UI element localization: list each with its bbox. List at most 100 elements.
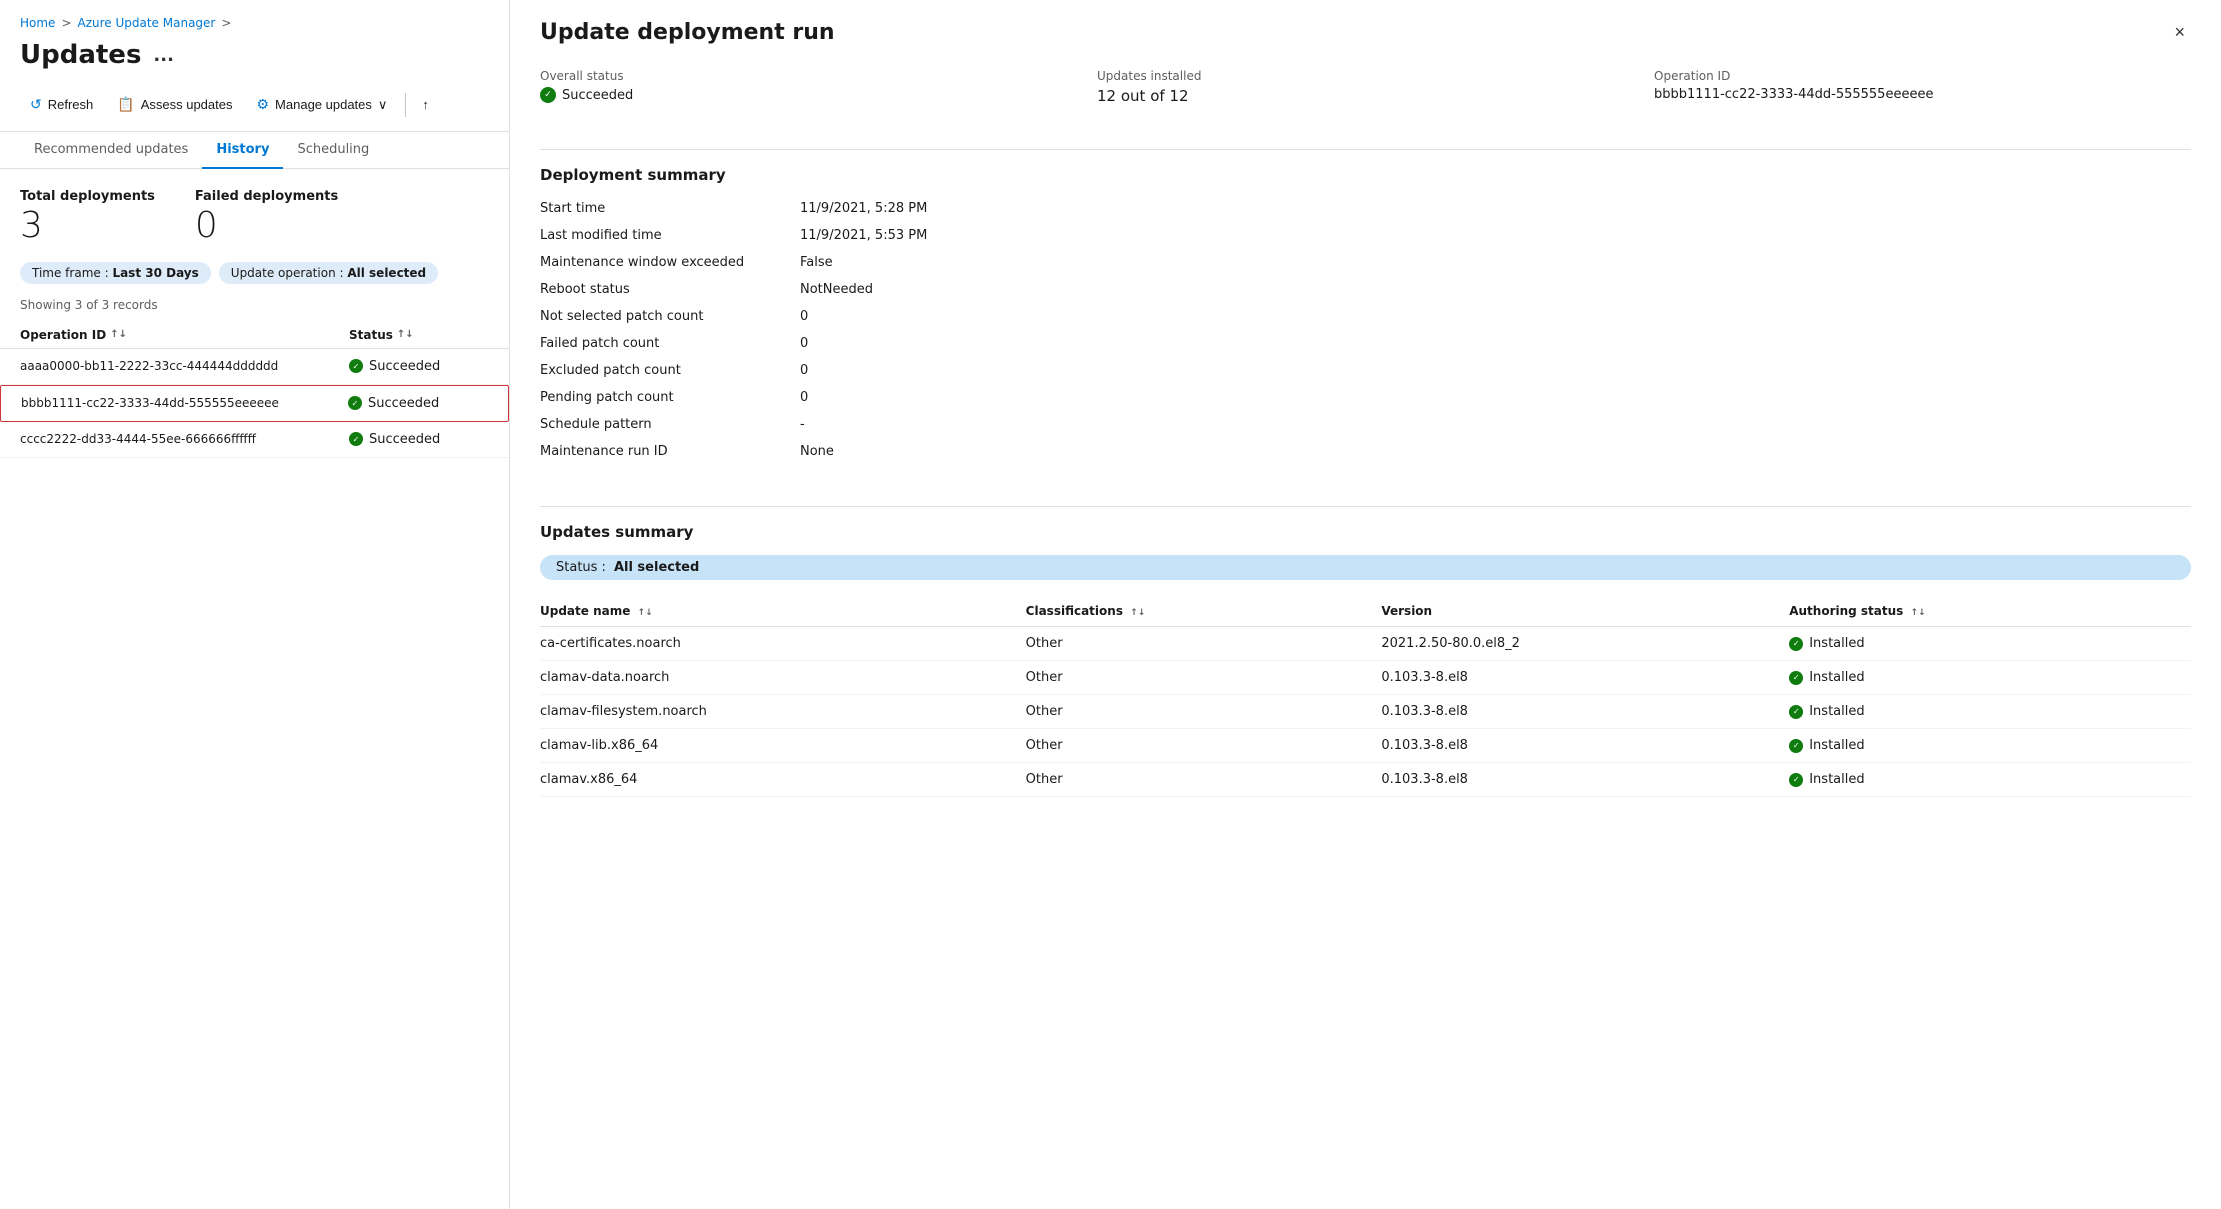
operation-value: All selected [347,266,426,280]
status-filter-chip[interactable]: Status : All selected [540,555,2191,580]
updates-table-row[interactable]: clamav-data.noarch Other 0.103.3-8.el8 I… [540,661,2191,695]
deployment-summary-grid: Start time 11/9/2021, 5:28 PM Last modif… [540,198,2191,462]
dep-value-0: 11/9/2021, 5:28 PM [800,198,2191,219]
refresh-icon: ↺ [30,96,42,113]
updates-table: Update name ↑↓ Classifications ↑↓ Versio… [540,596,2191,797]
tabs-container: Recommended updates History Scheduling [0,132,509,169]
installed-icon [1789,671,1803,685]
installed-icon [1789,705,1803,719]
right-panel: Update deployment run × Overall status S… [510,0,2221,1209]
update-name-cell: ca-certificates.noarch [540,627,1026,661]
updates-table-row[interactable]: clamav-filesystem.noarch Other 0.103.3-8… [540,695,2191,729]
total-deployments-value: 3 [20,206,155,246]
dep-value-9: None [800,441,2191,462]
col-update-name: Update name ↑↓ [540,596,1026,627]
timeframe-prefix: Time frame : [32,266,112,280]
update-class-cell: Other [1026,627,1382,661]
breadcrumb-sep1: > [61,16,71,30]
dep-value-5: 0 [800,333,2191,354]
col-header-operation: Operation ID ↑↓ [20,328,349,342]
updates-table-row[interactable]: clamav-lib.x86_64 Other 0.103.3-8.el8 In… [540,729,2191,763]
updates-table-header-row: Update name ↑↓ Classifications ↑↓ Versio… [540,596,2191,627]
dep-value-4: 0 [800,306,2191,327]
assess-icon: 📋 [117,96,134,113]
col-classifications: Classifications ↑↓ [1026,596,1382,627]
dep-label-8: Schedule pattern [540,414,780,435]
operation-id-item: Operation ID bbbb1111-cc22-3333-44dd-555… [1654,69,2191,105]
left-panel: Home > Azure Update Manager > Updates ..… [0,0,510,1209]
timeframe-value: Last 30 Days [112,266,198,280]
overall-status-label: Overall status [540,69,1077,83]
manage-icon: ⚙ [256,96,269,113]
breadcrumb-home[interactable]: Home [20,16,55,30]
divider-1 [540,149,2191,150]
total-deployments-stat: Total deployments 3 [20,189,155,246]
col-status-sort-icon[interactable]: ↑↓ [397,329,414,340]
divider-2 [540,506,2191,507]
updates-summary-title: Updates summary [540,523,2191,541]
refresh-label: Refresh [48,97,94,112]
col-authoring-sort-icon[interactable]: ↑↓ [1911,608,1926,618]
manage-dropdown-icon: ∨ [378,97,388,113]
assess-label: Assess updates [141,97,233,112]
more-options-button[interactable]: ... [153,45,174,66]
operation-id-cell: bbbb1111-cc22-3333-44dd-555555eeeeee [21,396,348,410]
col-class-sort-icon[interactable]: ↑↓ [1130,608,1145,618]
table-row[interactable]: aaaa0000-bb11-2222-33cc-444444dddddd Suc… [0,349,509,385]
update-class-cell: Other [1026,729,1382,763]
updates-table-row[interactable]: ca-certificates.noarch Other 2021.2.50-8… [540,627,2191,661]
operation-chip[interactable]: Update operation : All selected [219,262,438,284]
upload-button[interactable]: ↑ [414,91,437,118]
col-authoring-status: Authoring status ↑↓ [1789,596,2191,627]
col-operation-sort-icon[interactable]: ↑↓ [110,329,127,340]
update-name-cell: clamav-lib.x86_64 [540,729,1026,763]
update-status-cell: Installed [1789,661,2191,695]
installed-label: Installed [1809,738,1864,753]
installed-icon [1789,773,1803,787]
status-label: Succeeded [369,359,440,374]
tab-history[interactable]: History [202,132,283,169]
update-version-cell: 0.103.3-8.el8 [1381,661,1789,695]
dep-label-2: Maintenance window exceeded [540,252,780,273]
timeframe-chip[interactable]: Time frame : Last 30 Days [20,262,211,284]
installed-label: Installed [1809,772,1864,787]
dep-value-1: 11/9/2021, 5:53 PM [800,225,2191,246]
col-status-label: Status [349,328,393,342]
close-button[interactable]: × [2168,20,2191,45]
breadcrumb: Home > Azure Update Manager > [0,0,509,36]
col-name-sort-icon[interactable]: ↑↓ [638,608,653,618]
table-row[interactable]: bbbb1111-cc22-3333-44dd-555555eeeeee Suc… [0,385,509,422]
table-row[interactable]: cccc2222-dd33-4444-55ee-666666ffffff Suc… [0,422,509,458]
update-status-cell: Installed [1789,695,2191,729]
deployment-summary-title: Deployment summary [540,166,2191,184]
toolbar-divider [405,93,406,117]
operation-id-cell: cccc2222-dd33-4444-55ee-666666ffffff [20,432,349,446]
installed-label: Installed [1809,636,1864,651]
updates-installed-value: 12 out of 12 [1097,87,1634,105]
manage-updates-button[interactable]: ⚙ Manage updates ∨ [246,90,397,119]
operation-id-overview-text: bbbb1111-cc22-3333-44dd-555555eeeeee [1654,87,1933,102]
manage-label: Manage updates [275,97,372,112]
overall-status-value: Succeeded [540,87,1077,103]
breadcrumb-azure[interactable]: Azure Update Manager [78,16,216,30]
tab-scheduling[interactable]: Scheduling [283,132,383,169]
succeeded-icon [349,359,363,373]
dep-label-4: Not selected patch count [540,306,780,327]
update-class-cell: Other [1026,661,1382,695]
update-version-cell: 0.103.3-8.el8 [1381,695,1789,729]
filter-chips: Time frame : Last 30 Days Update operati… [0,262,509,294]
updates-table-row[interactable]: clamav.x86_64 Other 0.103.3-8.el8 Instal… [540,763,2191,797]
overall-succeeded-icon [540,87,556,103]
updates-installed-text: 12 out of 12 [1097,87,1189,105]
installed-icon [1789,739,1803,753]
page-title-row: Updates ... [0,36,509,84]
assess-updates-button[interactable]: 📋 Assess updates [107,90,242,119]
update-name-cell: clamav-filesystem.noarch [540,695,1026,729]
dep-value-3: NotNeeded [800,279,2191,300]
refresh-button[interactable]: ↺ Refresh [20,90,103,119]
tab-recommended-updates[interactable]: Recommended updates [20,132,202,169]
overall-status-item: Overall status Succeeded [540,69,1077,105]
col-version: Version [1381,596,1789,627]
dep-value-6: 0 [800,360,2191,381]
status-cell: Succeeded [349,432,489,447]
